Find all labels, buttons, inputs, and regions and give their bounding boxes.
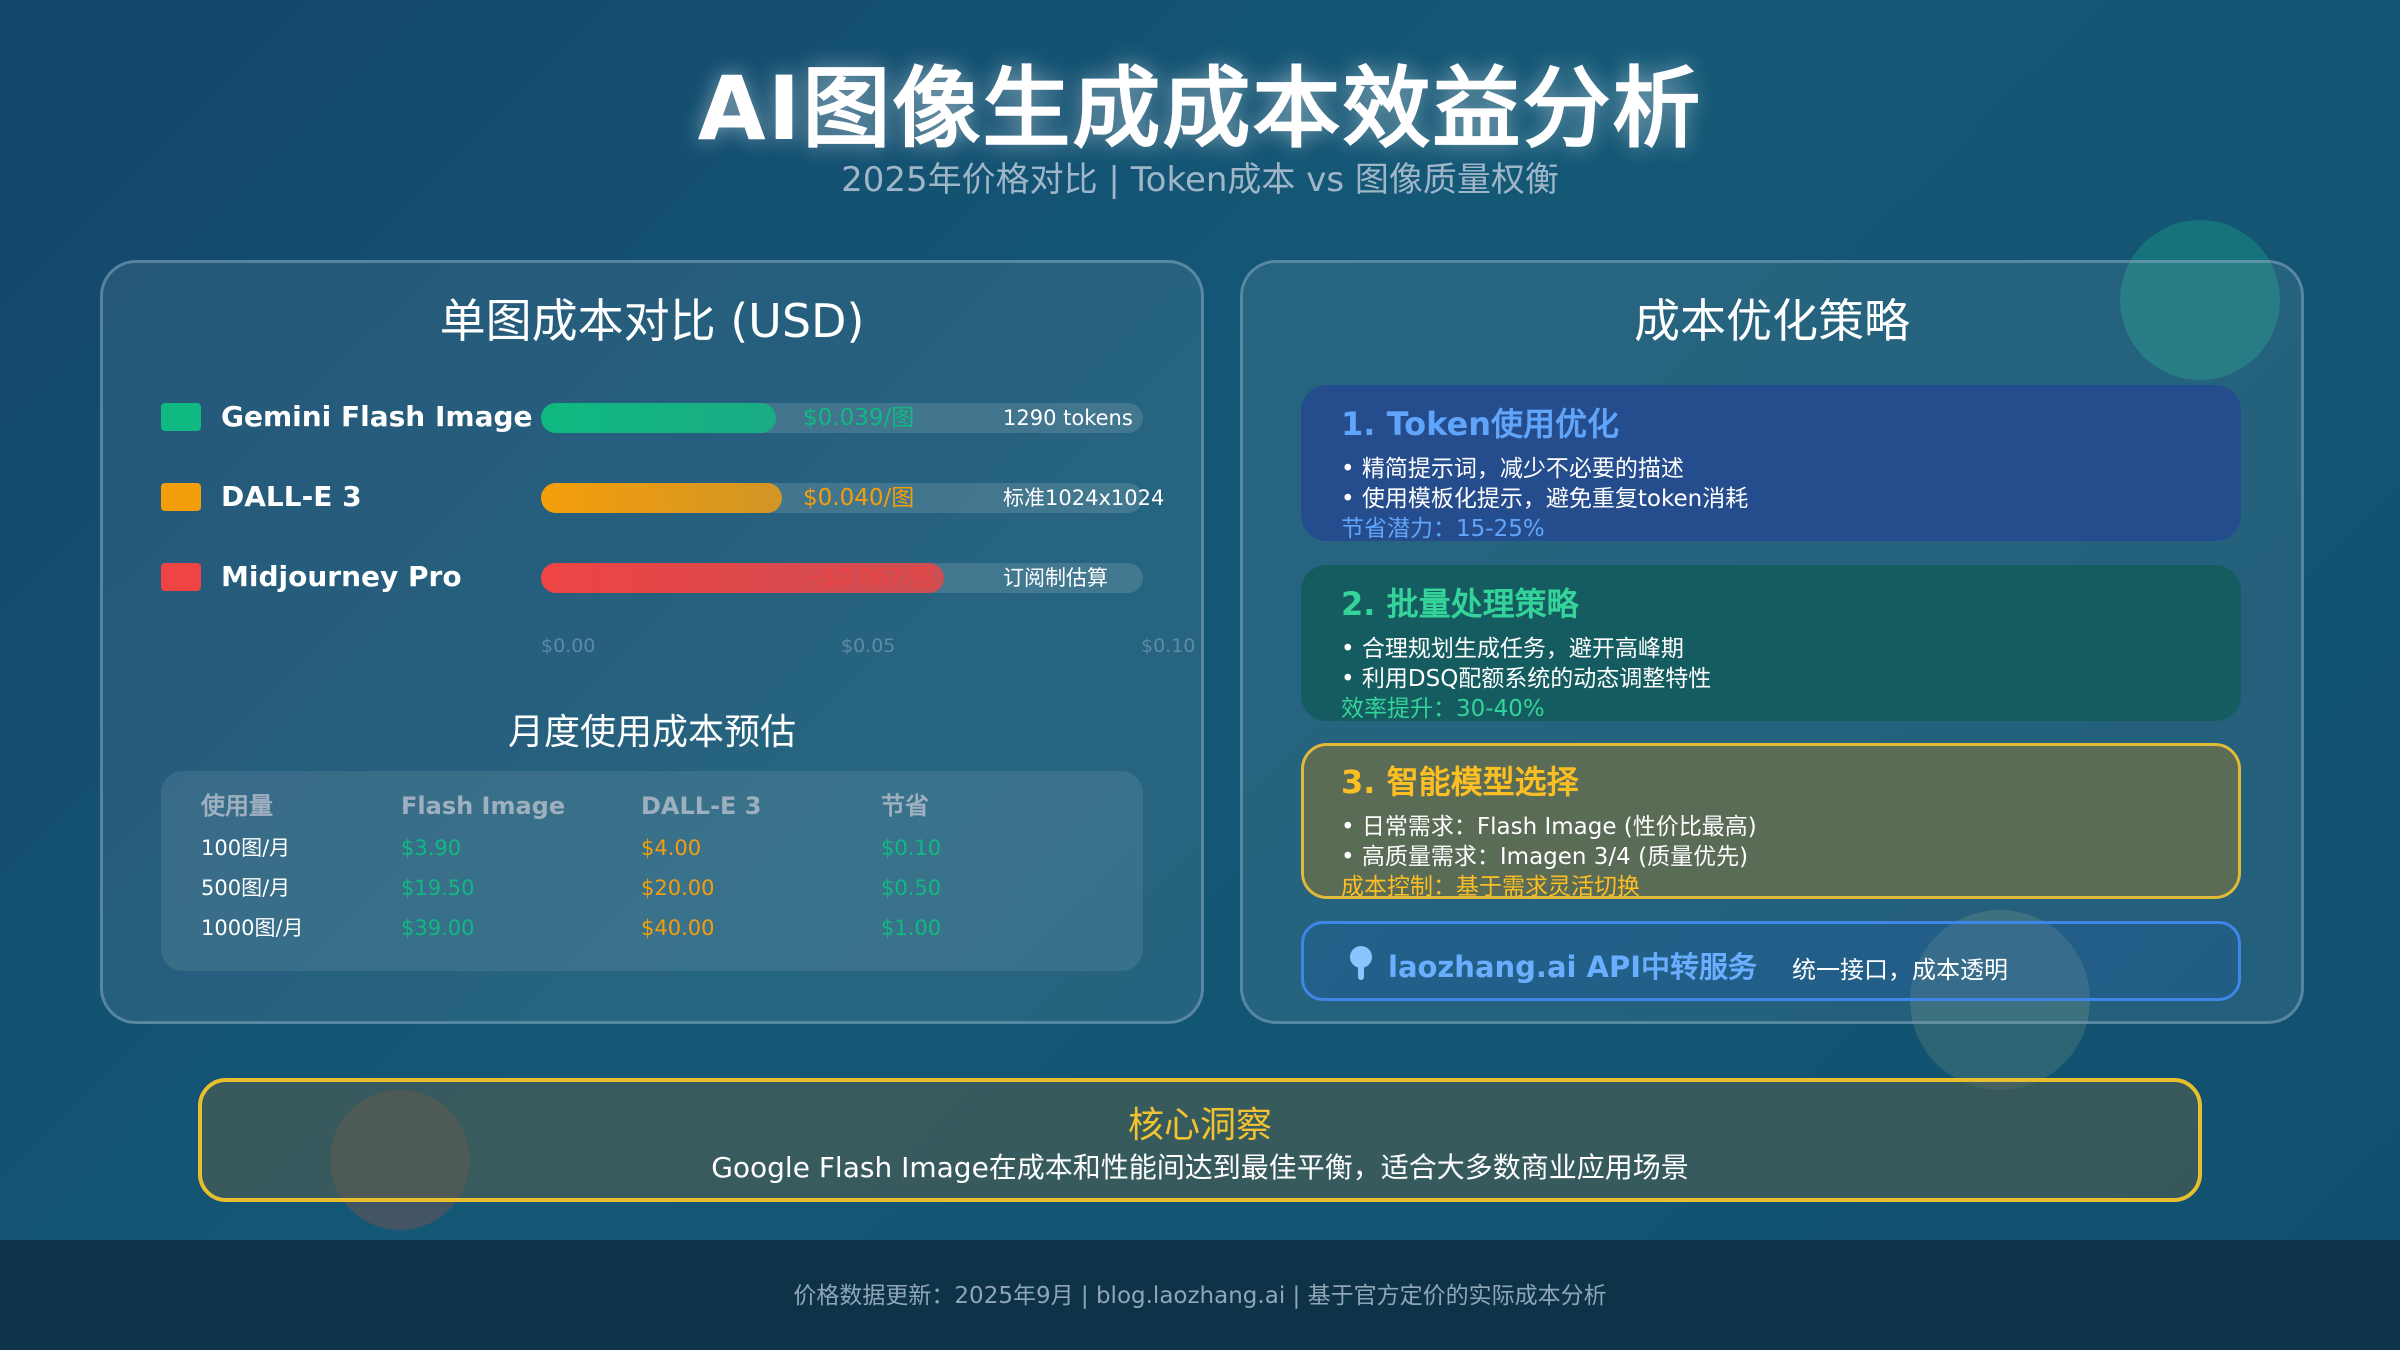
legend-swatch xyxy=(161,483,201,511)
bar-value-label: $0.039/图 xyxy=(803,405,915,431)
api-service-name: laozhang.ai API中转服务 xyxy=(1388,950,1758,984)
monthly-cost-table: 使用量 Flash Image DALL-E 3 节省 100图/月 $3.90… xyxy=(161,771,1143,971)
bar-value-label: ~$0.067/图 xyxy=(803,565,934,591)
card-item: • 高质量需求：Imagen 3/4 (质量优先) xyxy=(1341,844,1749,870)
bar-note-label: 1290 tokens xyxy=(1003,406,1133,430)
table-cell: $39.00 xyxy=(401,916,475,940)
table-header: Flash Image xyxy=(401,792,566,820)
bar-row: Midjourney Pro ~$0.067/图 订阅制估算 xyxy=(103,557,1201,597)
insight-title: 核心洞察 xyxy=(1127,1105,1272,1146)
bar-value-label: $0.040/图 xyxy=(803,485,915,511)
tick-label: $0.00 xyxy=(541,635,596,657)
card-item: • 合理规划生成任务，避开高峰期 xyxy=(1341,636,1684,662)
monthly-cost-title: 月度使用成本预估 xyxy=(507,712,796,753)
page-subtitle: 2025年价格对比 | Token成本 vs 图像质量权衡 xyxy=(841,160,1559,200)
table-cell: $4.00 xyxy=(641,836,702,860)
table-cell: $19.50 xyxy=(401,876,475,900)
api-service-banner[interactable]: laozhang.ai API中转服务 统一接口，成本透明 xyxy=(1301,921,2241,1001)
bar-note-label: 订阅制估算 xyxy=(1003,566,1108,590)
table-header: DALL-E 3 xyxy=(641,792,762,820)
card-item: • 日常需求：Flash Image (性价比最高) xyxy=(1341,814,1757,840)
bar-fill xyxy=(541,483,782,513)
table-cell: $40.00 xyxy=(641,916,715,940)
legend-swatch xyxy=(161,563,201,591)
strategy-card-batch: 2. 批量处理策略 • 合理规划生成任务，避开高峰期 • 利用DSQ配额系统的动… xyxy=(1301,565,2241,722)
legend-swatch xyxy=(161,403,201,431)
table-cell: 500图/月 xyxy=(201,876,291,900)
footer: 价格数据更新：2025年9月 | blog.laozhang.ai | 基于官方… xyxy=(0,1240,2400,1350)
table-header: 节省 xyxy=(881,792,929,820)
table-cell: 100图/月 xyxy=(201,836,291,860)
card-footnote: 节省潜力：15-25% xyxy=(1341,516,1545,542)
table-cell: $20.00 xyxy=(641,876,715,900)
card-item: • 利用DSQ配额系统的动态调整特性 xyxy=(1341,666,1712,692)
strategy-card-token: 1. Token使用优化 • 精简提示词，减少不必要的描述 • 使用模板化提示，… xyxy=(1301,385,2241,542)
bar-category-label: DALL-E 3 xyxy=(221,480,362,513)
card-item: • 使用模板化提示，避免重复token消耗 xyxy=(1341,486,1749,512)
tick-label: $0.10 xyxy=(1141,635,1196,657)
card-title: 3. 智能模型选择 xyxy=(1341,763,1579,801)
footer-text: 价格数据更新：2025年9月 | blog.laozhang.ai | 基于官方… xyxy=(793,1283,1607,1309)
cost-panel-title: 单图成本对比 (USD) xyxy=(439,294,865,348)
card-item: • 精简提示词，减少不必要的描述 xyxy=(1341,456,1684,482)
card-footnote: 效率提升：30-40% xyxy=(1341,696,1545,722)
pin-icon xyxy=(1350,946,1372,980)
table-cell: $3.90 xyxy=(401,836,462,860)
bar-row: DALL-E 3 $0.040/图 标准1024x1024 xyxy=(103,477,1201,517)
bar-category-label: Gemini Flash Image xyxy=(221,400,533,433)
table-cell: 1000图/月 xyxy=(201,916,304,940)
table-cell: $1.00 xyxy=(881,916,942,940)
bar-category-label: Midjourney Pro xyxy=(221,560,462,593)
card-footnote: 成本控制：基于需求灵活切换 xyxy=(1341,874,1640,900)
card-title: 1. Token使用优化 xyxy=(1341,405,1620,443)
bar-note-label: 标准1024x1024 xyxy=(1003,486,1165,510)
strategy-card-model: 3. 智能模型选择 • 日常需求：Flash Image (性价比最高) • 高… xyxy=(1301,743,2241,900)
bar-fill xyxy=(541,403,776,433)
table-cell: $0.10 xyxy=(881,836,942,860)
bar-row: Gemini Flash Image $0.039/图 1290 tokens xyxy=(103,397,1201,437)
core-insight-box: 核心洞察 Google Flash Image在成本和性能间达到最佳平衡，适合大… xyxy=(198,1078,2202,1202)
insight-text: Google Flash Image在成本和性能间达到最佳平衡，适合大多数商业应… xyxy=(711,1151,1689,1184)
table-cell: $0.50 xyxy=(881,876,942,900)
optimization-strategy-panel: 成本优化策略 1. Token使用优化 • 精简提示词，减少不必要的描述 • 使… xyxy=(1240,260,2304,1024)
card-title: 2. 批量处理策略 xyxy=(1341,585,1579,623)
tick-label: $0.05 xyxy=(841,635,896,657)
page-title: AI图像生成成本效益分析 xyxy=(697,57,1703,160)
cost-comparison-panel: 单图成本对比 (USD) Gemini Flash Image $0.039/图 1… xyxy=(100,260,1204,1024)
strategy-panel-title: 成本优化策略 xyxy=(1634,294,1910,348)
table-header: 使用量 xyxy=(201,792,273,820)
api-service-desc: 统一接口，成本透明 xyxy=(1792,956,2008,984)
